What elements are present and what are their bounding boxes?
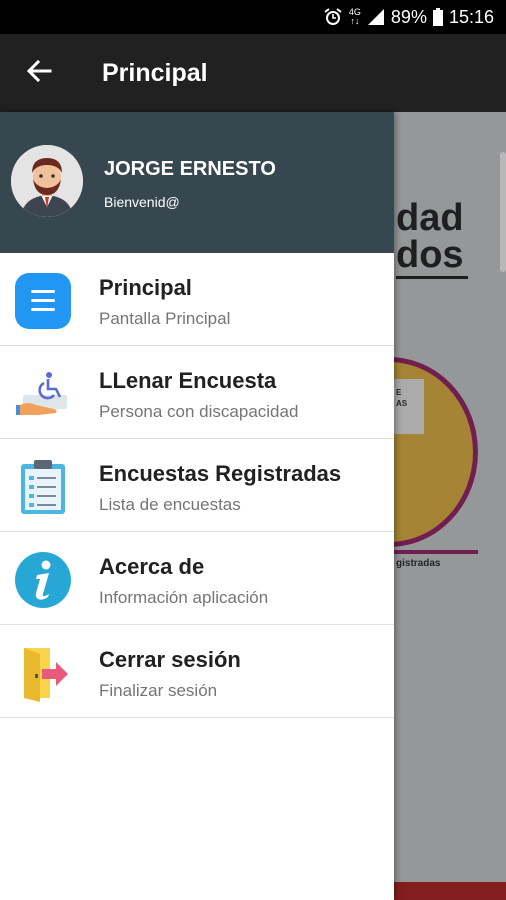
clipboard-icon — [14, 458, 72, 516]
network-indicator: 4G ↑↓ — [348, 7, 361, 26]
menu-item-cerrar-sesion[interactable]: Cerrar sesión Finalizar sesión — [0, 625, 394, 718]
alarm-icon — [323, 7, 343, 27]
back-button[interactable] — [0, 34, 78, 112]
menu-item-title: Principal — [99, 275, 192, 300]
list-icon — [14, 272, 72, 330]
drawer-header: JORGE ERNESTO Bienvenid@ — [0, 112, 394, 253]
toolbar-title: Principal — [102, 58, 208, 87]
exit-door-icon — [14, 644, 72, 702]
arrow-back-icon — [26, 58, 52, 89]
menu-item-llenar-encuesta[interactable]: LLenar Encuesta Persona con discapacidad — [0, 346, 394, 439]
menu-item-principal[interactable]: Principal Pantalla Principal — [0, 253, 394, 346]
status-bar: 4G ↑↓ 89% 15:16 — [0, 0, 506, 34]
clock: 15:16 — [448, 6, 494, 27]
menu-item-encuestas-registradas[interactable]: Encuestas Registradas Lista de encuestas — [0, 439, 394, 532]
info-icon — [14, 551, 72, 609]
menu-item-subtitle: Pantalla Principal — [99, 309, 231, 328]
menu-item-subtitle: Persona con discapacidad — [99, 402, 299, 421]
menu-item-title: LLenar Encuesta — [99, 368, 277, 393]
menu-item-subtitle: Información aplicación — [99, 588, 269, 607]
battery-percent: 89% — [390, 6, 427, 27]
battery-icon — [432, 8, 443, 26]
menu-item-subtitle: Lista de encuestas — [99, 495, 241, 514]
avatar — [11, 145, 83, 217]
menu-item-title: Cerrar sesión — [99, 647, 241, 672]
navigation-drawer: JORGE ERNESTO Bienvenid@ Principal Panta… — [0, 112, 394, 900]
signal-icon — [367, 8, 385, 26]
accessibility-hand-icon — [14, 365, 72, 423]
user-name: JORGE ERNESTO — [104, 158, 276, 180]
app-toolbar: Principal — [0, 34, 506, 112]
menu-item-title: Acerca de — [99, 554, 205, 579]
user-greeting: Bienvenid@ — [104, 194, 180, 210]
menu-item-subtitle: Finalizar sesión — [99, 681, 218, 700]
drawer-menu: Principal Pantalla Principal LLenar Encu… — [0, 253, 394, 718]
menu-item-title: Encuestas Registradas — [99, 461, 342, 486]
menu-item-acerca-de[interactable]: Acerca de Información aplicación — [0, 532, 394, 625]
